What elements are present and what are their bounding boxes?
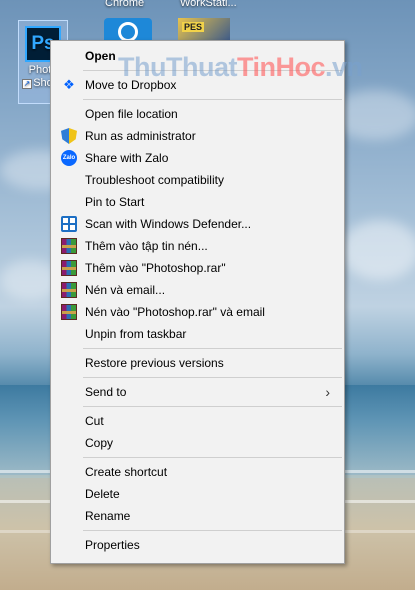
winrar-icon [61,260,77,276]
menu-separator [83,99,342,100]
dropbox-icon: ❖ [63,77,75,92]
menu-item-label: Cut [85,414,104,428]
chevron-right-icon: › [325,384,330,400]
menu-item-n-n-v-email[interactable]: Nén và email... [51,279,344,301]
menu-item-label: Pin to Start [85,195,145,209]
menu-item-open-file-location[interactable]: Open file location [51,103,344,125]
app-badge-icon: PES [182,22,205,32]
menu-item-label: Copy [85,436,114,450]
menu-item-n-n-v-o-photoshop-rar-v-email[interactable]: Nén vào "Photoshop.rar" và email [51,301,344,323]
desktop-icon-label-workstation: WorkStati... [180,0,237,9]
menu-item-label: Open [85,49,116,63]
desktop-app-icon[interactable] [104,18,152,42]
menu-item-share-with-zalo[interactable]: Zalo Share with Zalo [51,147,344,169]
menu-item-label: Properties [85,538,140,552]
menu-item-cut[interactable]: Cut [51,410,344,432]
menu-item-label: Troubleshoot compatibility [85,173,224,187]
zalo-icon: Zalo [61,150,77,166]
menu-separator [83,530,342,531]
menu-item-send-to[interactable]: Send to › [51,381,344,403]
menu-item-label: Thêm vào "Photoshop.rar" [85,261,226,275]
menu-separator [83,377,342,378]
context-menu: Open ❖ Move to Dropbox Open file location Ru… [50,40,345,564]
desktop-icon-label-chrome: Chrome [105,0,145,9]
shortcut-arrow-icon: ↗ [22,79,32,89]
menu-item-label: Open file location [85,107,178,121]
menu-separator [83,406,342,407]
menu-item-label: Move to Dropbox [85,78,177,92]
menu-item-copy[interactable]: Copy [51,432,344,454]
menu-separator [83,348,342,349]
menu-item-troubleshoot-compatibility[interactable]: Troubleshoot compatibility [51,169,344,191]
menu-item-create-shortcut[interactable]: Create shortcut [51,461,344,483]
menu-item-delete[interactable]: Delete [51,483,344,505]
shield-icon [61,128,77,144]
winrar-icon [61,282,77,298]
app-logo-icon [118,22,138,42]
menu-item-properties[interactable]: Properties [51,534,344,556]
menu-separator [83,457,342,458]
menu-item-open[interactable]: Open [51,45,344,67]
menu-item-th-m-v-o-t-p-tin-n-n[interactable]: Thêm vào tập tin nén... [51,235,344,257]
cloud [340,220,415,280]
menu-item-label: Scan with Windows Defender... [85,217,252,231]
menu-item-label: Send to [85,385,127,399]
menu-item-label: Nén và email... [85,283,166,297]
menu-item-label: Rename [85,509,131,523]
menu-separator [83,70,342,71]
menu-item-unpin-from-taskbar[interactable]: Unpin from taskbar [51,323,344,345]
menu-item-restore-previous-versions[interactable]: Restore previous versions [51,352,344,374]
menu-item-move-to-dropbox[interactable]: ❖ Move to Dropbox [51,74,344,96]
menu-item-scan-with-windows-defender[interactable]: Scan with Windows Defender... [51,213,344,235]
menu-item-label: Nén vào "Photoshop.rar" và email [85,305,265,319]
desktop-app-icon[interactable]: PES [178,18,230,42]
menu-item-pin-to-start[interactable]: Pin to Start [51,191,344,213]
menu-item-label: Unpin from taskbar [85,327,187,341]
menu-item-label: Run as administrator [85,129,196,143]
menu-item-label: Create shortcut [85,465,168,479]
menu-item-label: Thêm vào tập tin nén... [85,239,208,253]
winrar-icon [61,238,77,254]
menu-item-run-as-administrator[interactable]: Run as administrator [51,125,344,147]
menu-item-th-m-v-o-photoshop-rar[interactable]: Thêm vào "Photoshop.rar" [51,257,344,279]
defender-icon [61,216,77,232]
menu-item-label: Share with Zalo [85,151,169,165]
winrar-icon [61,304,77,320]
menu-item-label: Restore previous versions [85,356,224,370]
menu-item-rename[interactable]: Rename [51,505,344,527]
menu-item-label: Delete [85,487,120,501]
